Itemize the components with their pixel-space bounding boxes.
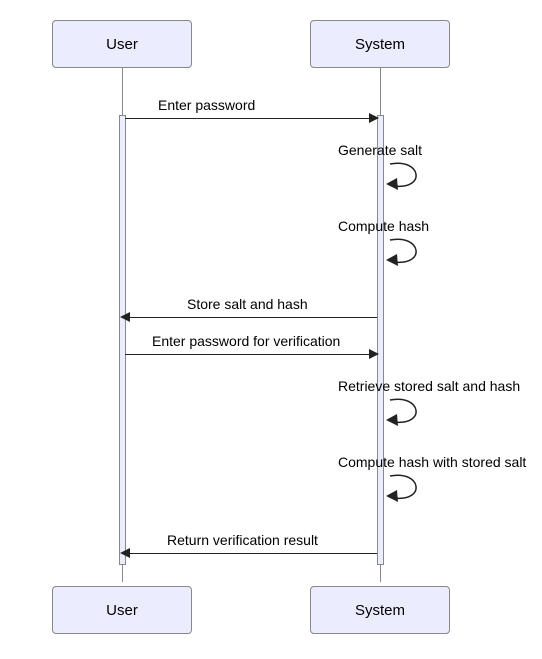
message-label: Retrieve stored salt and hash (338, 378, 520, 394)
message-arrow (130, 553, 377, 554)
message-label: Generate salt (338, 142, 422, 158)
participant-label: User (106, 36, 138, 53)
self-loop-icon (384, 160, 430, 199)
sequence-diagram: User System Enter password Generate salt… (0, 0, 542, 659)
self-loop-icon (384, 236, 430, 275)
participant-label: User (106, 602, 138, 619)
arrow-head-icon (120, 312, 130, 322)
message-label: Enter password (158, 97, 255, 113)
activation-system (377, 115, 384, 565)
self-loop-icon (384, 396, 430, 435)
participant-system-top: System (310, 20, 450, 68)
message-arrow (125, 354, 369, 355)
message-label: Store salt and hash (187, 296, 308, 312)
message-arrow (125, 118, 369, 119)
arrow-head-icon (369, 113, 379, 123)
message-arrow (130, 317, 377, 318)
participant-label: System (355, 602, 405, 619)
participant-label: System (355, 36, 405, 53)
participant-user-top: User (52, 20, 192, 68)
participant-user-bottom: User (52, 586, 192, 634)
self-loop-icon (384, 472, 430, 511)
participant-system-bottom: System (310, 586, 450, 634)
activation-user (119, 115, 126, 565)
message-label: Enter password for verification (152, 333, 340, 349)
message-label: Compute hash with stored salt (338, 454, 526, 470)
message-label: Compute hash (338, 218, 429, 234)
arrow-head-icon (369, 349, 379, 359)
arrow-head-icon (120, 548, 130, 558)
message-label: Return verification result (167, 532, 318, 548)
